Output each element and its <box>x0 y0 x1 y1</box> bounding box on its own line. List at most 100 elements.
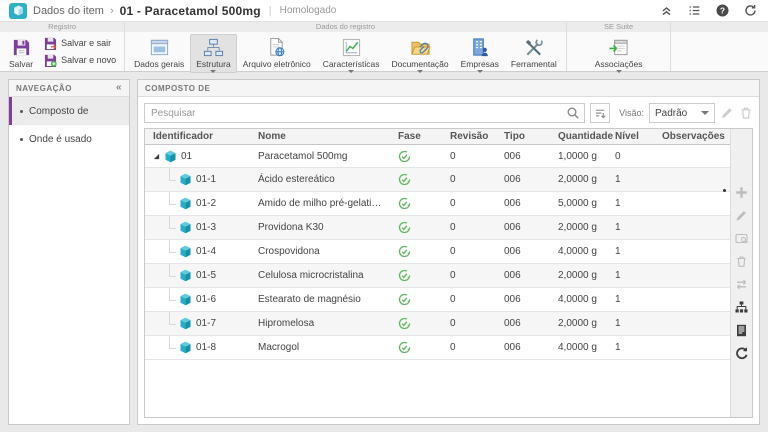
expand-icon[interactable] <box>153 153 160 160</box>
save-button[interactable]: Salvar <box>3 34 39 69</box>
item-observations <box>654 312 730 336</box>
electronic-file-button[interactable]: Arquivo eletrônico <box>237 34 317 73</box>
column-header[interactable]: Quantidade <box>550 129 607 145</box>
item-level: 1 <box>607 240 654 264</box>
phase-released-icon <box>398 197 411 210</box>
save-and-new-icon <box>44 54 57 67</box>
table-header-row: Identificador Nome Fase Revisão Tipo Qua… <box>145 129 730 145</box>
table-row[interactable]: 01 Paracetamol 500mg 0 006 1,0000 g 0 <box>145 145 730 168</box>
item-icon <box>179 341 192 354</box>
structure-grid: Identificador Nome Fase Revisão Tipo Qua… <box>144 128 753 418</box>
status-separator: | <box>269 5 272 17</box>
column-header[interactable]: Nível <box>607 129 654 145</box>
tree-line <box>166 288 175 311</box>
breadcrumb-separator: › <box>110 5 114 17</box>
item-icon <box>179 245 192 258</box>
column-header[interactable]: Identificador <box>145 129 250 145</box>
menu-caret-icon <box>417 70 423 73</box>
column-header[interactable]: Fase <box>390 129 442 145</box>
column-header[interactable]: Observações <box>654 129 730 145</box>
splitter-handle[interactable] <box>723 189 726 192</box>
view-select[interactable]: Padrão <box>649 103 715 123</box>
grid-toolbar: Visão: Padrão <box>144 103 753 123</box>
item-level: 1 <box>607 264 654 288</box>
search-icon[interactable] <box>566 106 580 120</box>
ribbon-group-label: Dados do registro <box>125 22 566 32</box>
report-icon[interactable] <box>735 324 748 337</box>
bullet-icon <box>20 138 23 141</box>
item-quantity: 5,0000 g <box>550 192 607 216</box>
delete-icon <box>735 255 748 268</box>
item-revision: 0 <box>442 216 496 240</box>
structure-icon <box>203 37 224 58</box>
menu-caret-icon <box>348 70 354 73</box>
table-row[interactable]: 01-7 Hipromelosa 0 006 2,0000 g 1 <box>145 312 730 336</box>
view-label: Visão: <box>619 108 644 118</box>
phase-released-icon <box>398 245 411 258</box>
view-icon <box>735 232 748 245</box>
help-icon[interactable]: ? <box>716 4 729 17</box>
menu-caret-icon <box>616 70 622 73</box>
column-header[interactable]: Nome <box>250 129 390 145</box>
table-body: 01 Paracetamol 500mg 0 006 1,0000 g 0 <box>145 145 730 360</box>
associations-button[interactable]: Associações <box>589 34 649 73</box>
table-row[interactable]: 01-8 Macrogol 0 006 4,0000 g 1 <box>145 336 730 360</box>
column-header[interactable]: Tipo <box>496 129 550 145</box>
item-observations <box>654 288 730 312</box>
companies-icon <box>469 37 490 58</box>
table-row[interactable]: 01-1 Ácido estereático 0 006 2,0000 g 1 <box>145 168 730 192</box>
cube-icon <box>13 5 24 16</box>
tree-line <box>166 312 175 335</box>
structure-button[interactable]: Estrutura <box>190 34 237 73</box>
search-input[interactable] <box>145 108 566 119</box>
save-and-exit-icon <box>44 37 57 50</box>
documentation-button[interactable]: Documentação <box>385 34 454 73</box>
characteristics-icon <box>341 37 362 58</box>
ribbon-group-label: SE Suite <box>567 22 671 32</box>
phase-released-icon <box>398 173 411 186</box>
item-revision: 0 <box>442 312 496 336</box>
column-header[interactable]: Revisão <box>442 129 496 145</box>
item-level: 1 <box>607 216 654 240</box>
item-identifier: 01-6 <box>196 294 216 305</box>
item-icon <box>179 293 192 306</box>
item-type: 006 <box>496 216 550 240</box>
ribbon-group-dados-do-registro: Dados do registro Dados gerais <box>125 22 567 71</box>
item-name: Crospovidona <box>250 240 390 264</box>
ribbon-toolbar: Registro Salvar <box>0 22 768 72</box>
item-name: Ácido estereático <box>250 168 390 192</box>
edit-icon <box>735 209 748 222</box>
table-row[interactable]: 01-3 Providona K30 0 006 2,0000 g 1 <box>145 216 730 240</box>
refresh-icon[interactable] <box>735 347 748 360</box>
phase-released-icon <box>398 293 411 306</box>
table-row[interactable]: 01-5 Celulosa microcristalina 0 006 2,00… <box>145 264 730 288</box>
ribbon-group-se-suite: SE Suite Associações <box>567 22 672 71</box>
breadcrumb[interactable]: Dados do item <box>33 5 104 17</box>
table-row[interactable]: 01-6 Estearato de magnésio 0 006 4,0000 … <box>145 288 730 312</box>
structure-tree-icon[interactable] <box>735 301 748 314</box>
save-and-exit-button[interactable]: Salvar e sair <box>41 36 119 51</box>
panel-title: COMPOSTO DE <box>145 84 210 93</box>
table-row[interactable]: 01-4 Crospovidona 0 006 4,0000 g 1 <box>145 240 730 264</box>
sidebar-item-onde-e-usado[interactable]: Onde é usado <box>9 125 129 153</box>
search-box <box>144 103 585 123</box>
characteristics-button[interactable]: Características <box>317 34 386 73</box>
grid-options-button[interactable] <box>590 103 610 123</box>
collapse-ribbon-icon[interactable] <box>660 4 673 17</box>
item-observations <box>654 145 730 168</box>
bullet-icon <box>20 110 23 113</box>
item-type: 006 <box>496 145 550 168</box>
grid-options-icon <box>594 107 607 120</box>
companies-button[interactable]: Empresas <box>455 34 505 73</box>
save-and-new-button[interactable]: Salvar e novo <box>41 53 119 68</box>
item-type: 006 <box>496 288 550 312</box>
index-list-icon[interactable] <box>688 4 701 17</box>
sidebar-collapse-icon[interactable]: « <box>116 83 122 93</box>
general-data-button[interactable]: Dados gerais <box>128 34 190 73</box>
tooling-button[interactable]: Ferramental <box>505 34 563 73</box>
reload-icon[interactable] <box>744 4 757 17</box>
item-icon <box>179 173 192 186</box>
sidebar-item-composto-de[interactable]: Composto de <box>9 97 129 125</box>
item-quantity: 2,0000 g <box>550 168 607 192</box>
table-row[interactable]: 01-2 Amido de milho pré-gelatinizado 0 0… <box>145 192 730 216</box>
